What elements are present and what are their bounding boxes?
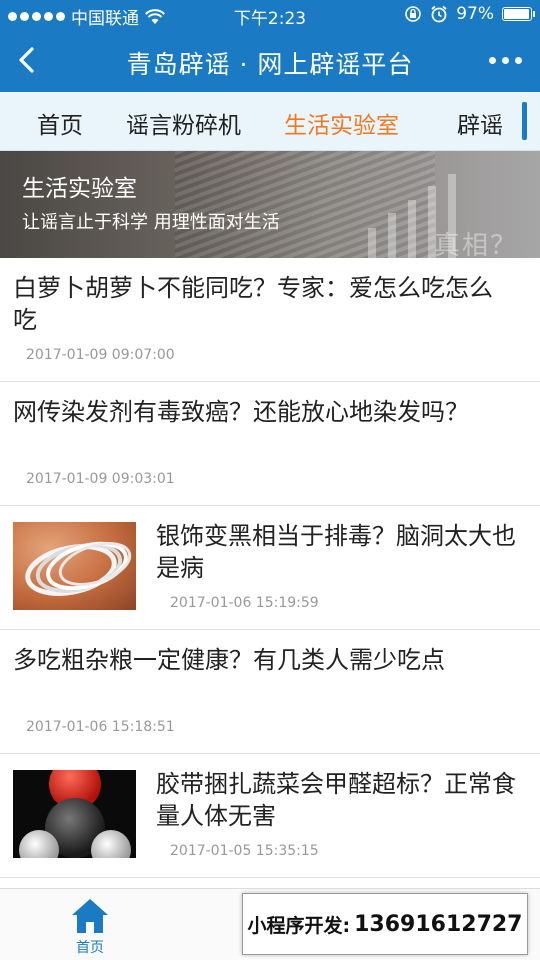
- article-title: 多吃粗杂粮一定健康？有几类人需少吃点: [13, 646, 445, 674]
- article-item[interactable]: 多吃粗杂粮一定健康？有几类人需少吃点 2017-01-06 15:18:51: [0, 630, 540, 754]
- alarm-icon: [431, 5, 447, 23]
- banner-subtitle: 让谣言止于科学 用理性面对生活: [22, 212, 280, 233]
- article-date: 2017-01-06 15:18:51: [26, 719, 175, 735]
- article-thumbnail: [13, 770, 136, 858]
- article-date: 2017-01-06 15:19:59: [170, 595, 319, 611]
- status-right-group: 97%: [404, 4, 535, 24]
- page-title: 青岛辟谣 · 网上辟谣平台: [126, 50, 414, 79]
- article-title: 银饰变黑相当于排毒？脑洞太大也是病: [156, 522, 516, 582]
- category-tabs: 首页 谣言粉碎机 生活实验室 辟谣: [0, 92, 540, 151]
- tab-debunk[interactable]: 辟谣: [457, 106, 503, 140]
- article-title: 网传染发剂有毒致癌？还能放心地染发吗？: [13, 398, 469, 426]
- home-icon: [72, 899, 108, 933]
- article-date: 2017-01-05 15:35:15: [170, 843, 319, 859]
- banner-watermark-text: 真相？: [434, 231, 519, 258]
- battery-percent: 97%: [456, 4, 494, 24]
- article-thumbnail: [13, 522, 136, 610]
- tabbar-home-label: 首页: [76, 940, 104, 956]
- promo-phone: 13691612727: [354, 911, 523, 937]
- promo-label: 小程序开发:: [247, 914, 351, 937]
- more-options-icon[interactable]: [489, 57, 522, 64]
- article-item[interactable]: 白萝卜胡萝卜不能同吃？专家：爱怎么吃怎么吃 2017-01-09 09:07:0…: [0, 258, 540, 382]
- silver-bracelets-image: [25, 541, 132, 596]
- tab-rumor-shredder[interactable]: 谣言粉碎机: [126, 106, 241, 140]
- status-bar: 中国联通 下午2:23 97%: [0, 0, 540, 30]
- article-list: 白萝卜胡萝卜不能同吃？专家：爱怎么吃怎么吃 2017-01-09 09:07:0…: [0, 258, 540, 878]
- article-item[interactable]: 胶带捆扎蔬菜会甲醛超标？正常食量人体无害 2017-01-05 15:35:15: [0, 754, 540, 878]
- section-banner: 生活实验室 让谣言止于科学 用理性面对生活 真相？: [0, 151, 540, 258]
- molecule-model-image: [19, 770, 131, 858]
- article-date: 2017-01-09 09:07:00: [26, 347, 175, 363]
- tab-home[interactable]: 首页: [37, 106, 83, 140]
- battery-icon: [502, 7, 535, 21]
- article-date: 2017-01-09 09:03:01: [26, 471, 175, 487]
- promo-overlay: 小程序开发: 13691612727: [242, 893, 528, 955]
- article-item[interactable]: 网传染发剂有毒致癌？还能放心地染发吗？ 2017-01-09 09:03:01: [0, 382, 540, 506]
- tab-life-lab[interactable]: 生活实验室: [284, 106, 399, 140]
- tabbar-home[interactable]: 首页: [55, 897, 125, 957]
- rotation-lock-icon: [405, 6, 422, 22]
- tabs-scroll-indicator: [522, 102, 527, 140]
- article-title: 白萝卜胡萝卜不能同吃？专家：爱怎么吃怎么吃: [13, 274, 493, 334]
- article-title: 胶带捆扎蔬菜会甲醛超标？正常食量人体无害: [156, 770, 516, 830]
- article-item[interactable]: 银饰变黑相当于排毒？脑洞太大也是病 2017-01-06 15:19:59: [0, 506, 540, 630]
- banner-title: 生活实验室: [22, 176, 137, 202]
- navigation-bar: 青岛辟谣 · 网上辟谣平台: [0, 30, 540, 92]
